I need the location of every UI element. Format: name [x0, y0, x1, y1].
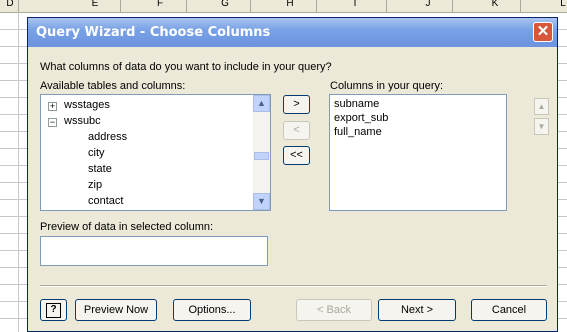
tree-item-label[interactable]: contact: [88, 195, 123, 207]
list-item[interactable]: export_sub: [334, 112, 388, 124]
back-button[interactable]: < Back: [296, 299, 372, 321]
available-scrollbar[interactable]: ▲ ▼: [253, 95, 270, 210]
column-gridline: [18, 12, 19, 332]
column-divider: [452, 0, 453, 12]
column-letter[interactable]: J: [418, 0, 438, 9]
column-letter[interactable]: K: [485, 0, 505, 9]
button-separator: [40, 285, 547, 287]
preview-box[interactable]: [40, 236, 268, 266]
column-divider: [316, 0, 317, 12]
query-wizard-dialog: Query Wizard - Choose Columns ✕ What col…: [27, 17, 558, 332]
title-bar[interactable]: Query Wizard - Choose Columns ✕: [28, 18, 557, 47]
column-letter[interactable]: G: [215, 0, 235, 9]
preview-label: Preview of data in selected column:: [40, 221, 214, 233]
column-letter[interactable]: D: [0, 0, 20, 9]
remove-column-button[interactable]: <: [283, 121, 310, 140]
help-button[interactable]: ?: [40, 299, 67, 321]
column-header-bar: D E F G H I J K L: [0, 0, 567, 13]
tree-item-label[interactable]: address: [88, 131, 127, 143]
add-column-button[interactable]: >: [283, 95, 310, 114]
list-item[interactable]: subname: [334, 98, 379, 110]
column-divider: [186, 0, 187, 12]
tree-item-label[interactable]: wssubc: [64, 115, 101, 127]
move-down-icon[interactable]: ▼: [534, 118, 549, 135]
tree-item-label[interactable]: wsstages: [64, 99, 110, 111]
query-columns-list[interactable]: subname export_sub full_name: [329, 94, 507, 211]
query-columns-label: Columns in your query:: [330, 80, 444, 92]
options-button[interactable]: Options...: [173, 299, 251, 321]
cancel-button[interactable]: Cancel: [471, 299, 547, 321]
list-item[interactable]: full_name: [334, 126, 382, 138]
available-columns-tree[interactable]: + wsstages − wssubc address city state z…: [40, 94, 271, 211]
column-divider: [120, 0, 121, 12]
remove-all-columns-button[interactable]: <<: [283, 146, 310, 165]
preview-now-button[interactable]: Preview Now: [75, 299, 157, 321]
column-divider: [386, 0, 387, 12]
help-icon: ?: [46, 303, 61, 318]
column-divider: [18, 0, 19, 12]
next-button[interactable]: Next >: [378, 299, 456, 321]
move-up-icon[interactable]: ▲: [534, 98, 549, 115]
scroll-down-icon[interactable]: ▼: [253, 193, 270, 210]
prompt-text: What columns of data do you want to incl…: [40, 61, 332, 73]
column-divider: [250, 0, 251, 12]
tree-item-label[interactable]: city: [88, 147, 105, 159]
column-divider: [520, 0, 521, 12]
tree-item-label[interactable]: state: [88, 163, 112, 175]
close-button[interactable]: ✕: [533, 22, 553, 42]
scroll-up-icon[interactable]: ▲: [253, 95, 270, 112]
dialog-title: Query Wizard - Choose Columns: [36, 25, 271, 40]
available-columns-label: Available tables and columns:: [40, 80, 186, 92]
column-letter[interactable]: F: [150, 0, 170, 9]
column-letter[interactable]: E: [85, 0, 105, 9]
scroll-thumb[interactable]: [254, 152, 269, 160]
column-letter[interactable]: H: [280, 0, 300, 9]
expand-icon[interactable]: +: [48, 102, 57, 111]
column-letter[interactable]: I: [345, 0, 365, 9]
collapse-icon[interactable]: −: [48, 118, 57, 127]
column-letter[interactable]: L: [553, 0, 567, 9]
tree-item-label[interactable]: zip: [88, 179, 102, 191]
